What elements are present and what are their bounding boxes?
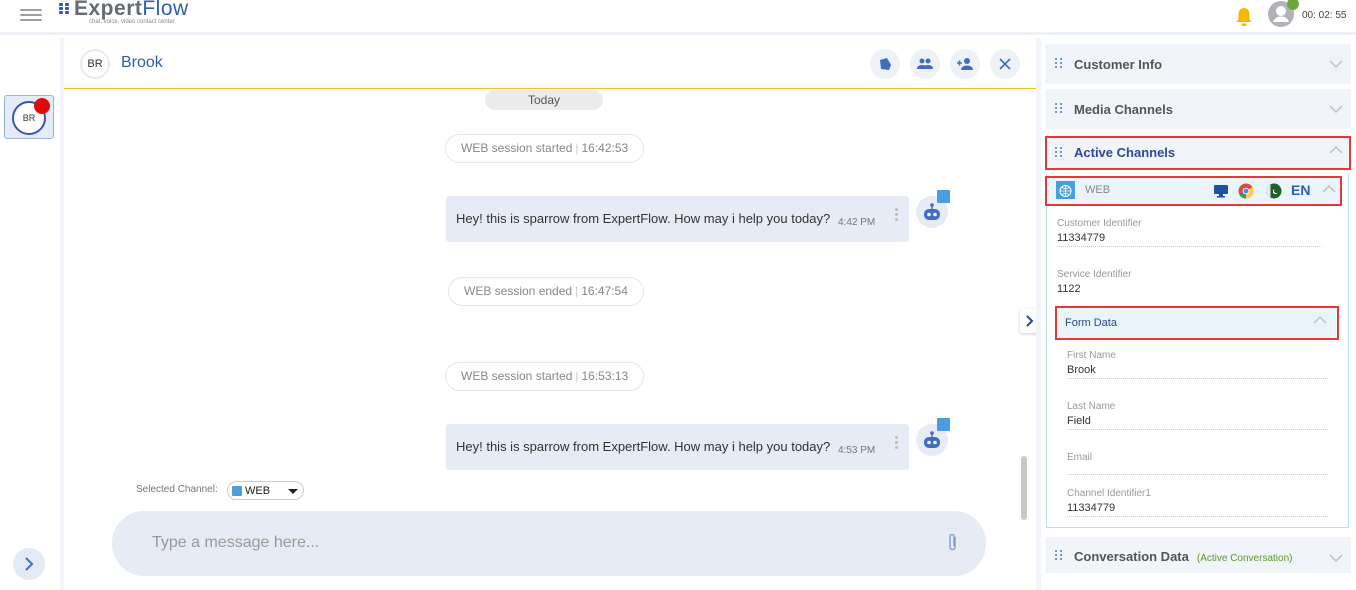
message-text: Hey! this is sparrow from ExpertFlow. Ho… <box>456 211 830 226</box>
hamburger-menu-icon[interactable] <box>20 6 42 24</box>
accordion-media-channels[interactable]: Media Channels <box>1045 89 1351 129</box>
person-add-icon <box>957 56 973 72</box>
language-code: EN <box>1291 182 1310 198</box>
conference-button[interactable] <box>910 49 940 79</box>
message-scrollbar[interactable] <box>1021 456 1027 520</box>
brand-part2: Flow <box>142 0 188 20</box>
chevron-up-icon[interactable] <box>1322 184 1336 194</box>
brand-part1: Expert <box>74 0 142 20</box>
desktop-icon <box>1213 184 1229 198</box>
logo-dots-icon <box>59 3 73 15</box>
robot-icon <box>922 202 942 222</box>
bell-icon[interactable] <box>1234 6 1254 28</box>
chevron-up-icon <box>1313 315 1327 325</box>
close-icon <box>997 56 1013 72</box>
accordion-customer-info[interactable]: Customer Info <box>1045 44 1351 84</box>
message-time: 4:42 PM <box>838 217 875 228</box>
accordion-title: Conversation Data <box>1074 549 1189 564</box>
system-event: WEB session ended|16:47:54 <box>448 277 644 306</box>
accordion-title: Media Channels <box>1074 102 1173 117</box>
web-channel-icon <box>937 418 950 431</box>
system-event: WEB session started|16:42:53 <box>445 134 644 163</box>
message-menu-icon[interactable] <box>895 436 898 451</box>
message-list[interactable]: Today WEB session started|16:42:53 Hey! … <box>64 90 1024 510</box>
accordion-conversation-data[interactable]: Conversation Data (Active Conversation) <box>1045 537 1351 573</box>
drag-handle-icon[interactable] <box>1055 58 1063 70</box>
pakistan-flag-icon <box>1266 183 1282 199</box>
drag-handle-icon[interactable] <box>1055 147 1063 159</box>
conversation-tile[interactable]: BR <box>4 95 54 139</box>
add-participant-button[interactable] <box>950 49 980 79</box>
drag-handle-icon[interactable] <box>1055 103 1063 115</box>
message-time: 4:53 PM <box>838 445 875 456</box>
chevron-right-icon <box>1025 315 1035 327</box>
accordion-title: Active Channels <box>1074 145 1175 160</box>
bot-avatar <box>916 196 948 228</box>
unread-badge <box>34 98 50 114</box>
system-event: WEB session started|16:53:13 <box>445 362 644 391</box>
web-channel-icon <box>1056 181 1075 199</box>
bot-message: Hey! this is sparrow from ExpertFlow. Ho… <box>446 424 909 470</box>
accordion-active-channels[interactable]: Active Channels <box>1045 136 1351 170</box>
field-last-name: Last Name Field <box>1067 401 1328 430</box>
wrap-up-button[interactable] <box>870 49 900 79</box>
paperclip-icon[interactable] <box>947 533 959 558</box>
active-channel-row[interactable]: WEB EN <box>1045 176 1342 206</box>
chevron-down-icon <box>1329 59 1343 69</box>
chevron-down-icon <box>1329 104 1343 114</box>
expand-sidebar-button[interactable] <box>13 548 45 580</box>
field-first-name: First Name Brook <box>1067 350 1328 379</box>
session-timer: 00: 02: 55 <box>1302 10 1346 21</box>
chat-header: BR Brook <box>64 38 1036 89</box>
date-divider: Today <box>485 90 603 110</box>
robot-icon <box>922 430 942 450</box>
bot-message: Hey! this is sparrow from ExpertFlow. Ho… <box>446 196 909 242</box>
field-customer-identifier: Customer Identifier 11334779 <box>1057 218 1322 247</box>
accordion-title: Customer Info <box>1074 57 1162 72</box>
chevron-right-icon <box>22 556 36 572</box>
agent-status-dot <box>1287 0 1299 10</box>
message-input[interactable] <box>152 531 912 555</box>
group-icon <box>917 56 933 72</box>
chrome-icon <box>1238 183 1254 199</box>
drag-handle-icon[interactable] <box>1055 550 1063 562</box>
message-text: Hey! this is sparrow from ExpertFlow. Ho… <box>456 439 830 454</box>
channel-select-value: WEB <box>245 485 270 497</box>
field-service-identifier: Service Identifier 1122 <box>1057 269 1322 297</box>
sticky-note-icon <box>877 56 893 72</box>
close-conversation-button[interactable] <box>990 49 1020 79</box>
top-bar: ExpertFlow chat, voice, video contact ce… <box>0 0 1356 35</box>
web-channel-icon <box>232 486 242 496</box>
message-composer <box>112 511 986 576</box>
form-data-section[interactable]: Form Data <box>1055 306 1339 340</box>
caret-down-icon <box>288 489 298 494</box>
field-channel-identifier: Channel Identifier1 11334779 <box>1067 488 1328 517</box>
customer-avatar: BR <box>80 49 110 79</box>
bot-avatar <box>916 424 948 456</box>
web-channel-icon <box>937 190 950 203</box>
field-email: Email <box>1067 452 1328 475</box>
channel-type: WEB <box>1085 184 1110 196</box>
message-menu-icon[interactable] <box>895 208 898 223</box>
chat-panel: BR Brook Today WEB session started|16:42… <box>64 38 1036 590</box>
customer-side-panel: Customer Info Media Channels Active Chan… <box>1041 38 1356 590</box>
form-data-title: Form Data <box>1065 317 1117 329</box>
selected-channel-label: Selected Channel: <box>136 484 218 495</box>
customer-name[interactable]: Brook <box>121 54 163 72</box>
accordion-subtitle: (Active Conversation) <box>1197 553 1293 564</box>
brand-tagline: chat, voice, video contact center <box>89 19 175 25</box>
chevron-down-icon <box>1329 553 1343 563</box>
channel-select[interactable]: WEB <box>227 481 304 500</box>
chevron-up-icon <box>1329 145 1343 155</box>
